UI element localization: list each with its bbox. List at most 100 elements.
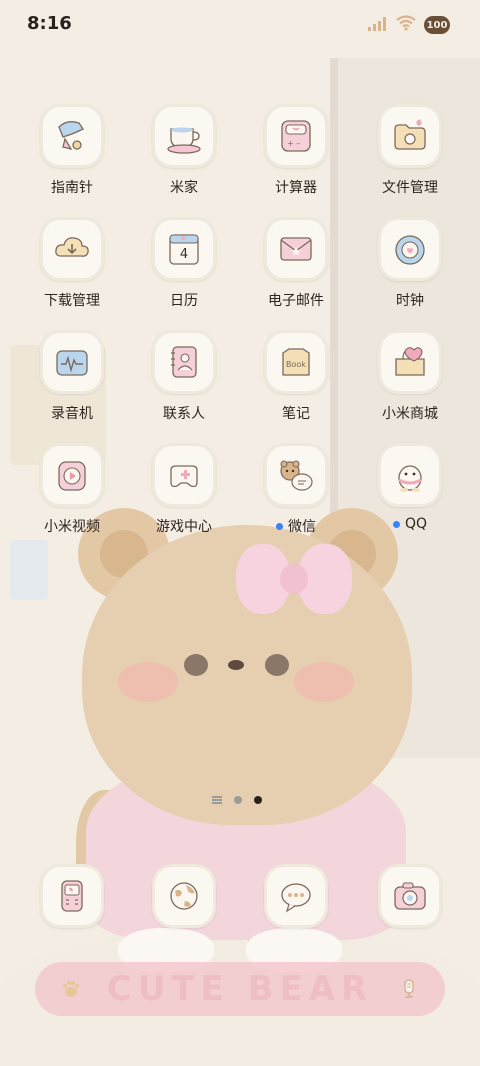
app-wechat[interactable]: 微信 (246, 443, 346, 536)
page-dot-1[interactable] (234, 796, 242, 804)
notes-icon-text: Book (286, 360, 306, 369)
svg-text:+ –: + – (287, 139, 300, 148)
app-icon-tile[interactable] (40, 443, 104, 507)
app-contacts[interactable]: 联系人 (134, 330, 234, 423)
message-icon (281, 883, 311, 913)
app-clock[interactable]: 时钟 (360, 217, 460, 310)
app-label: 时钟 (396, 290, 424, 310)
app-icon-tile[interactable] (264, 443, 328, 507)
app-game-center[interactable]: 游戏中心 (134, 443, 234, 536)
app-label: 文件管理 (382, 177, 438, 197)
app-calendar[interactable]: 4 日历 (134, 217, 234, 310)
app-label-text: 计算器 (275, 180, 317, 196)
app-label-text: 下载管理 (44, 293, 100, 309)
video-icon (58, 461, 86, 491)
bear-bow (236, 544, 352, 624)
app-label-text: 指南针 (51, 180, 93, 196)
dock-browser[interactable] (134, 864, 234, 928)
app-icon-tile[interactable] (152, 443, 216, 507)
signal-icon (368, 16, 388, 35)
search-bar[interactable]: CUTE BEAR (35, 962, 445, 1016)
teacup-icon (167, 127, 201, 154)
recorder-icon (56, 350, 88, 376)
app-icon-tile[interactable] (152, 330, 216, 394)
battery-icon: 100 (424, 16, 450, 34)
app-file-manager[interactable]: 文件管理 (360, 104, 460, 197)
app-mijia[interactable]: 米家 (134, 104, 234, 197)
bear-nose (228, 660, 244, 670)
app-list-indicator-icon[interactable] (212, 796, 222, 804)
app-qq[interactable]: QQ (360, 443, 460, 532)
app-label-text: 录音机 (51, 406, 93, 422)
app-icon-tile[interactable] (378, 217, 442, 281)
app-icon-tile[interactable] (40, 217, 104, 281)
app-mi-video[interactable]: 小米视频 (22, 443, 122, 536)
search-bar-text: CUTE BEAR (106, 969, 374, 1009)
app-label-text: 游戏中心 (156, 519, 212, 535)
status-icons: 100 (368, 15, 450, 35)
paw-icon[interactable] (59, 977, 83, 1001)
app-label: 下载管理 (44, 290, 100, 310)
dock-icon-tile[interactable] (40, 864, 104, 928)
gamepad-icon (170, 465, 198, 488)
compass-icon (58, 121, 84, 151)
status-bar: 8:16 100 (0, 0, 480, 50)
app-label: 联系人 (163, 403, 205, 423)
app-label: 微信 (276, 516, 316, 536)
app-label: 录音机 (51, 403, 93, 423)
app-icon-tile[interactable]: Book (264, 330, 328, 394)
page-indicator[interactable] (212, 796, 262, 804)
app-icon-tile[interactable]: + – (264, 104, 328, 168)
app-icon-tile[interactable]: 4 (152, 217, 216, 281)
calendar-date: 4 (180, 247, 188, 262)
app-label-text: 微信 (288, 519, 316, 535)
app-label: 笔记 (282, 403, 310, 423)
dock-messages[interactable] (246, 864, 346, 928)
status-time: 8:16 (27, 13, 72, 34)
app-label: 小米商城 (382, 403, 438, 423)
app-icon-tile[interactable] (378, 330, 442, 394)
app-calculator[interactable]: + – 计算器 (246, 104, 346, 197)
calendar-icon: 4 (169, 234, 199, 265)
app-label: 米家 (170, 177, 198, 197)
app-email[interactable]: 电子邮件 (246, 217, 346, 310)
app-icon-tile[interactable] (378, 443, 442, 507)
folder-icon (394, 119, 426, 150)
phone-icon (61, 880, 83, 912)
notification-dot (392, 520, 400, 528)
app-recorder[interactable]: 录音机 (22, 330, 122, 423)
notes-icon: Book (282, 348, 310, 376)
calculator-icon: + – (281, 120, 311, 152)
app-icon-tile[interactable] (378, 104, 442, 168)
app-label-text: QQ (404, 516, 428, 532)
mic-icon[interactable] (397, 977, 421, 1001)
dock-icon-tile[interactable] (264, 864, 328, 928)
app-download-manager[interactable]: 下载管理 (22, 217, 122, 310)
app-label-text: 时钟 (396, 293, 424, 309)
app-label-text: 电子邮件 (268, 293, 324, 309)
app-label: 指南针 (51, 177, 93, 197)
app-icon-tile[interactable] (40, 104, 104, 168)
app-notes[interactable]: Book 笔记 (246, 330, 346, 423)
app-label: 游戏中心 (156, 516, 212, 536)
app-mi-store[interactable]: 小米商城 (360, 330, 460, 423)
dock-icon-tile[interactable] (152, 864, 216, 928)
shop-icon (395, 347, 425, 376)
app-compass[interactable]: 指南针 (22, 104, 122, 197)
bear-cheek-left (118, 662, 178, 702)
dock-camera[interactable] (360, 864, 460, 928)
globe-icon (170, 882, 198, 910)
app-label-text: 小米视频 (44, 519, 100, 535)
app-icon-tile[interactable] (40, 330, 104, 394)
app-icon-tile[interactable] (152, 104, 216, 168)
app-label-text: 日历 (170, 293, 198, 309)
page-dot-2-active[interactable] (254, 796, 262, 804)
dock-phone[interactable] (22, 864, 122, 928)
dock-icon-tile[interactable] (378, 864, 442, 928)
qq-penguin-icon (398, 465, 422, 492)
envelope-icon (280, 237, 312, 261)
wallpaper-frame-small (10, 540, 48, 600)
app-label: 小米视频 (44, 516, 100, 536)
download-icon (55, 237, 89, 257)
app-icon-tile[interactable] (264, 217, 328, 281)
